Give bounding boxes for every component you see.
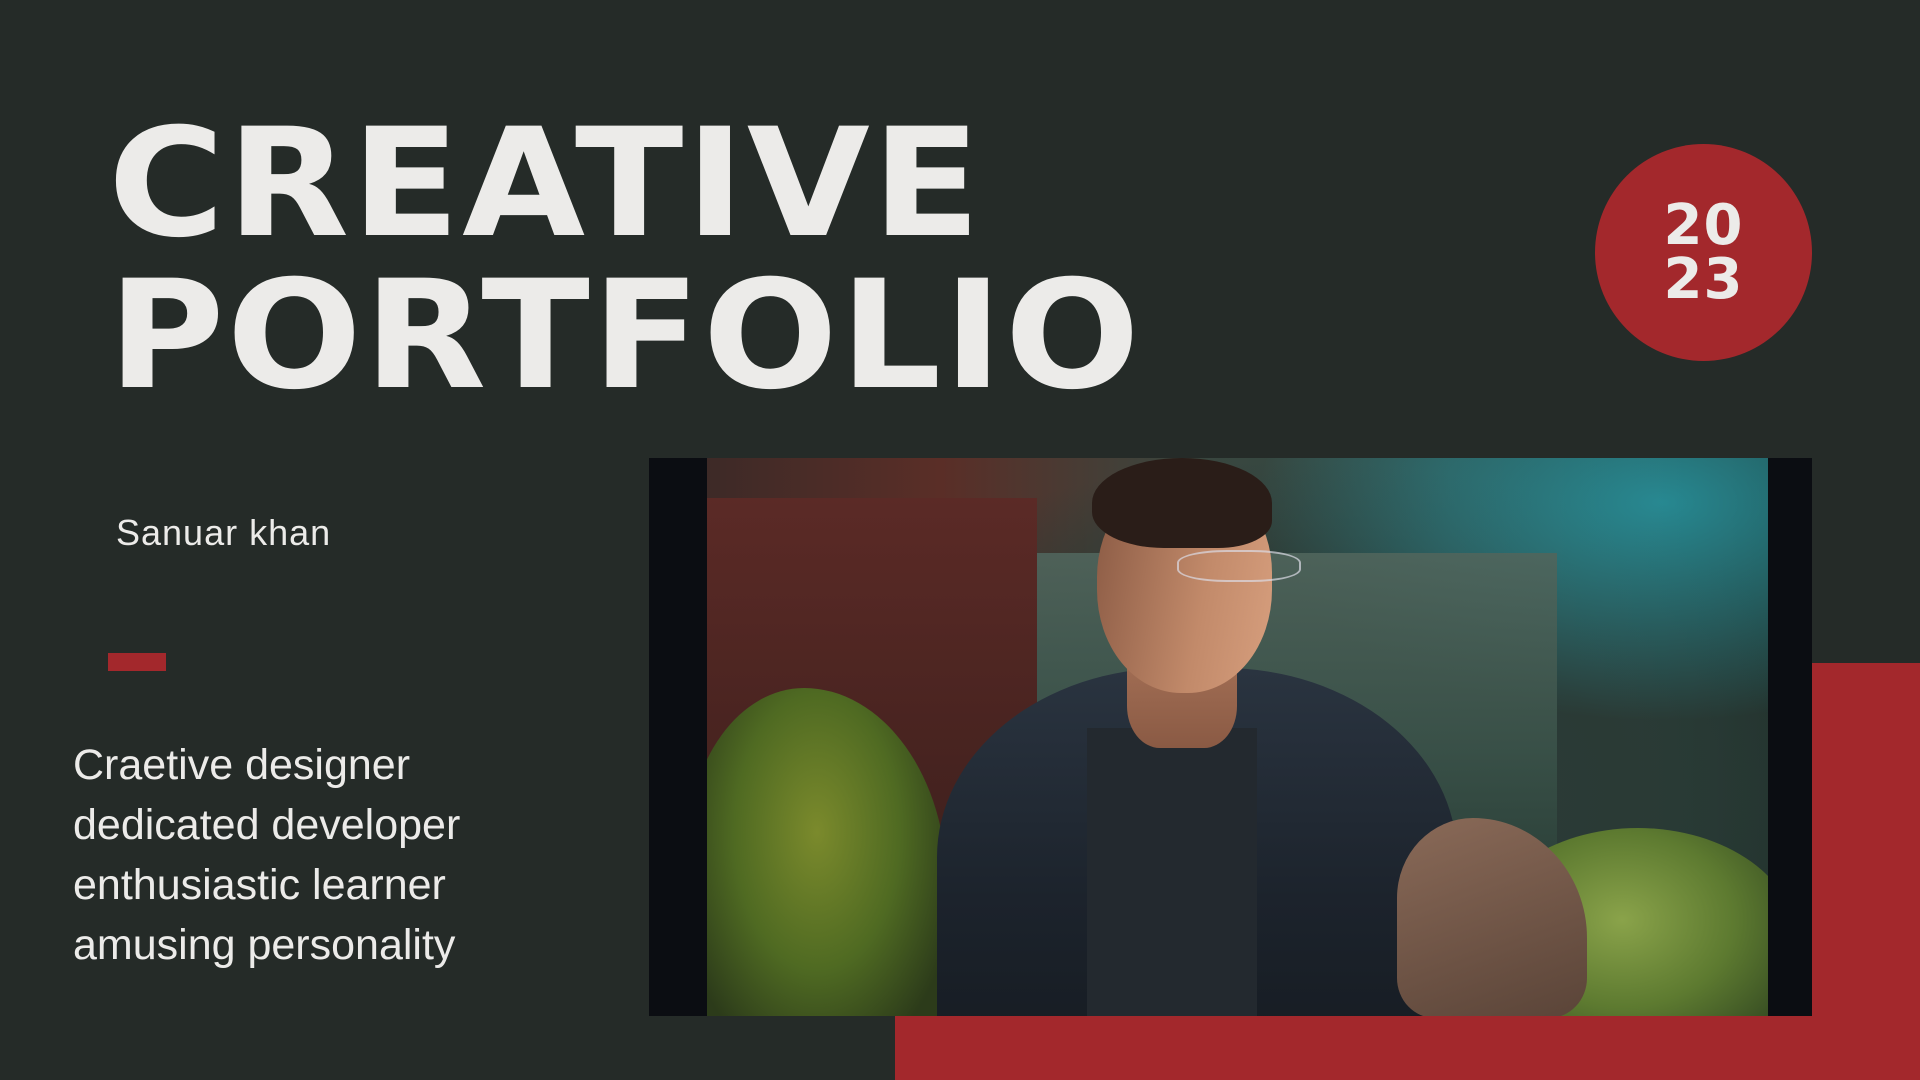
tagline-item: Craetive designer <box>73 741 411 789</box>
author-name: Sanuar khan <box>116 512 332 553</box>
year-top: 20 <box>1663 192 1744 258</box>
photo-person-shirt <box>1087 728 1257 1016</box>
tagline-list: Craetive designer dedicated developer en… <box>73 735 460 975</box>
tagline-item: dedicated developer <box>73 801 461 849</box>
accent-divider <box>108 653 166 671</box>
tagline-item: amusing personality <box>73 921 456 969</box>
title-line-1: CREATIVE <box>108 97 983 271</box>
year-bottom: 23 <box>1663 246 1744 312</box>
portrait-photo <box>707 458 1768 1016</box>
photo-person-hair <box>1092 458 1272 548</box>
title-line-2: PORTFOLIO <box>108 249 1142 423</box>
photo-person-glasses <box>1177 550 1301 582</box>
tagline-item: enthusiastic learner <box>73 861 446 909</box>
portrait-photo-frame <box>649 458 1812 1016</box>
portfolio-title: CREATIVE PORTFOLIO <box>108 108 1142 412</box>
year-badge: 20 23 <box>1595 144 1812 361</box>
